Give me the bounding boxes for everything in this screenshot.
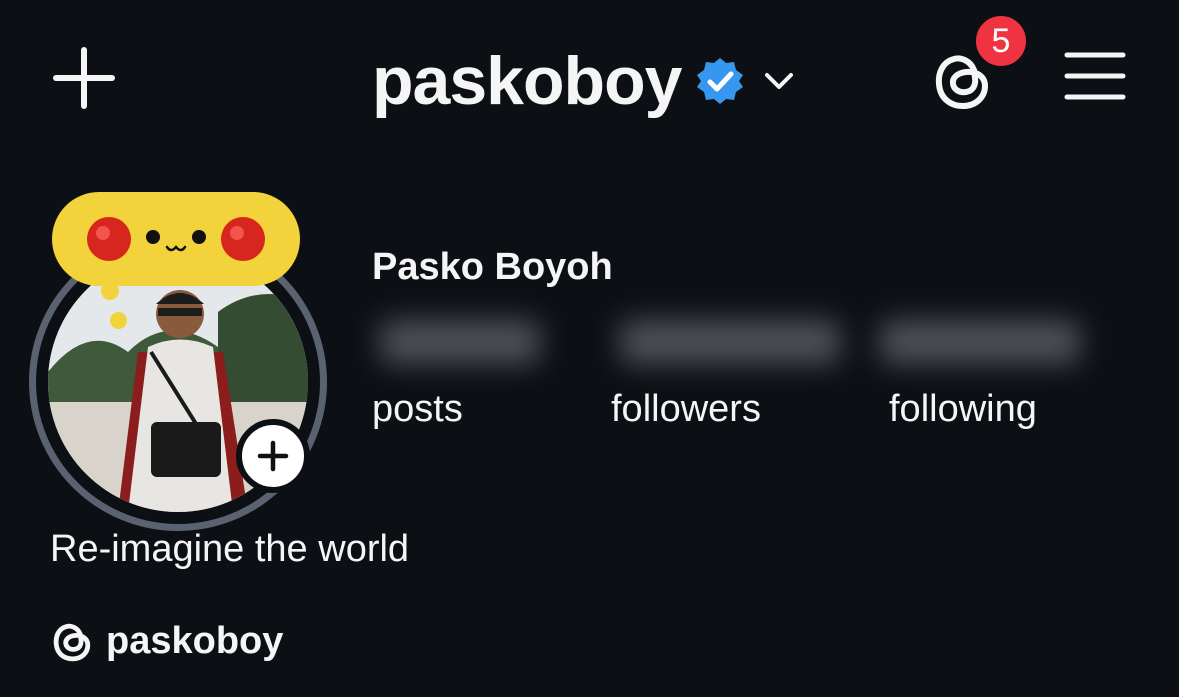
account-switcher[interactable]: paskoboy [372,36,795,126]
note-bubble[interactable] [52,192,300,286]
hamburger-menu-icon [1064,52,1126,100]
username-title: paskoboy [372,43,682,119]
bio-text: Re-imagine the world [50,528,410,570]
notification-badge: 5 [973,13,1029,69]
followers-stat-label[interactable]: followers [611,388,761,431]
threads-profile-link[interactable]: paskoboy [50,616,283,666]
threads-icon [53,623,91,662]
threads-handle: paskoboy [106,619,284,662]
chevron-down-icon [765,73,794,89]
pikachu-face-note [87,217,265,261]
posts-stat-label[interactable]: posts [372,388,463,431]
note-tail-dot-small [110,312,127,329]
new-post-button[interactable] [52,46,116,110]
plus-icon [53,47,115,109]
blurred-stat-counts [380,320,1080,364]
full-name: Pasko Boyoh [372,246,613,288]
menu-button[interactable] [1064,50,1126,102]
verified-badge-icon [697,58,744,104]
profile-screen: paskoboy 5 Pasko Boyoh posts followers f… [0,0,1179,697]
following-stat-label[interactable]: following [889,388,1037,431]
note-tail-dot [101,282,119,300]
add-story-button[interactable] [236,419,310,493]
plus-icon [257,440,289,472]
